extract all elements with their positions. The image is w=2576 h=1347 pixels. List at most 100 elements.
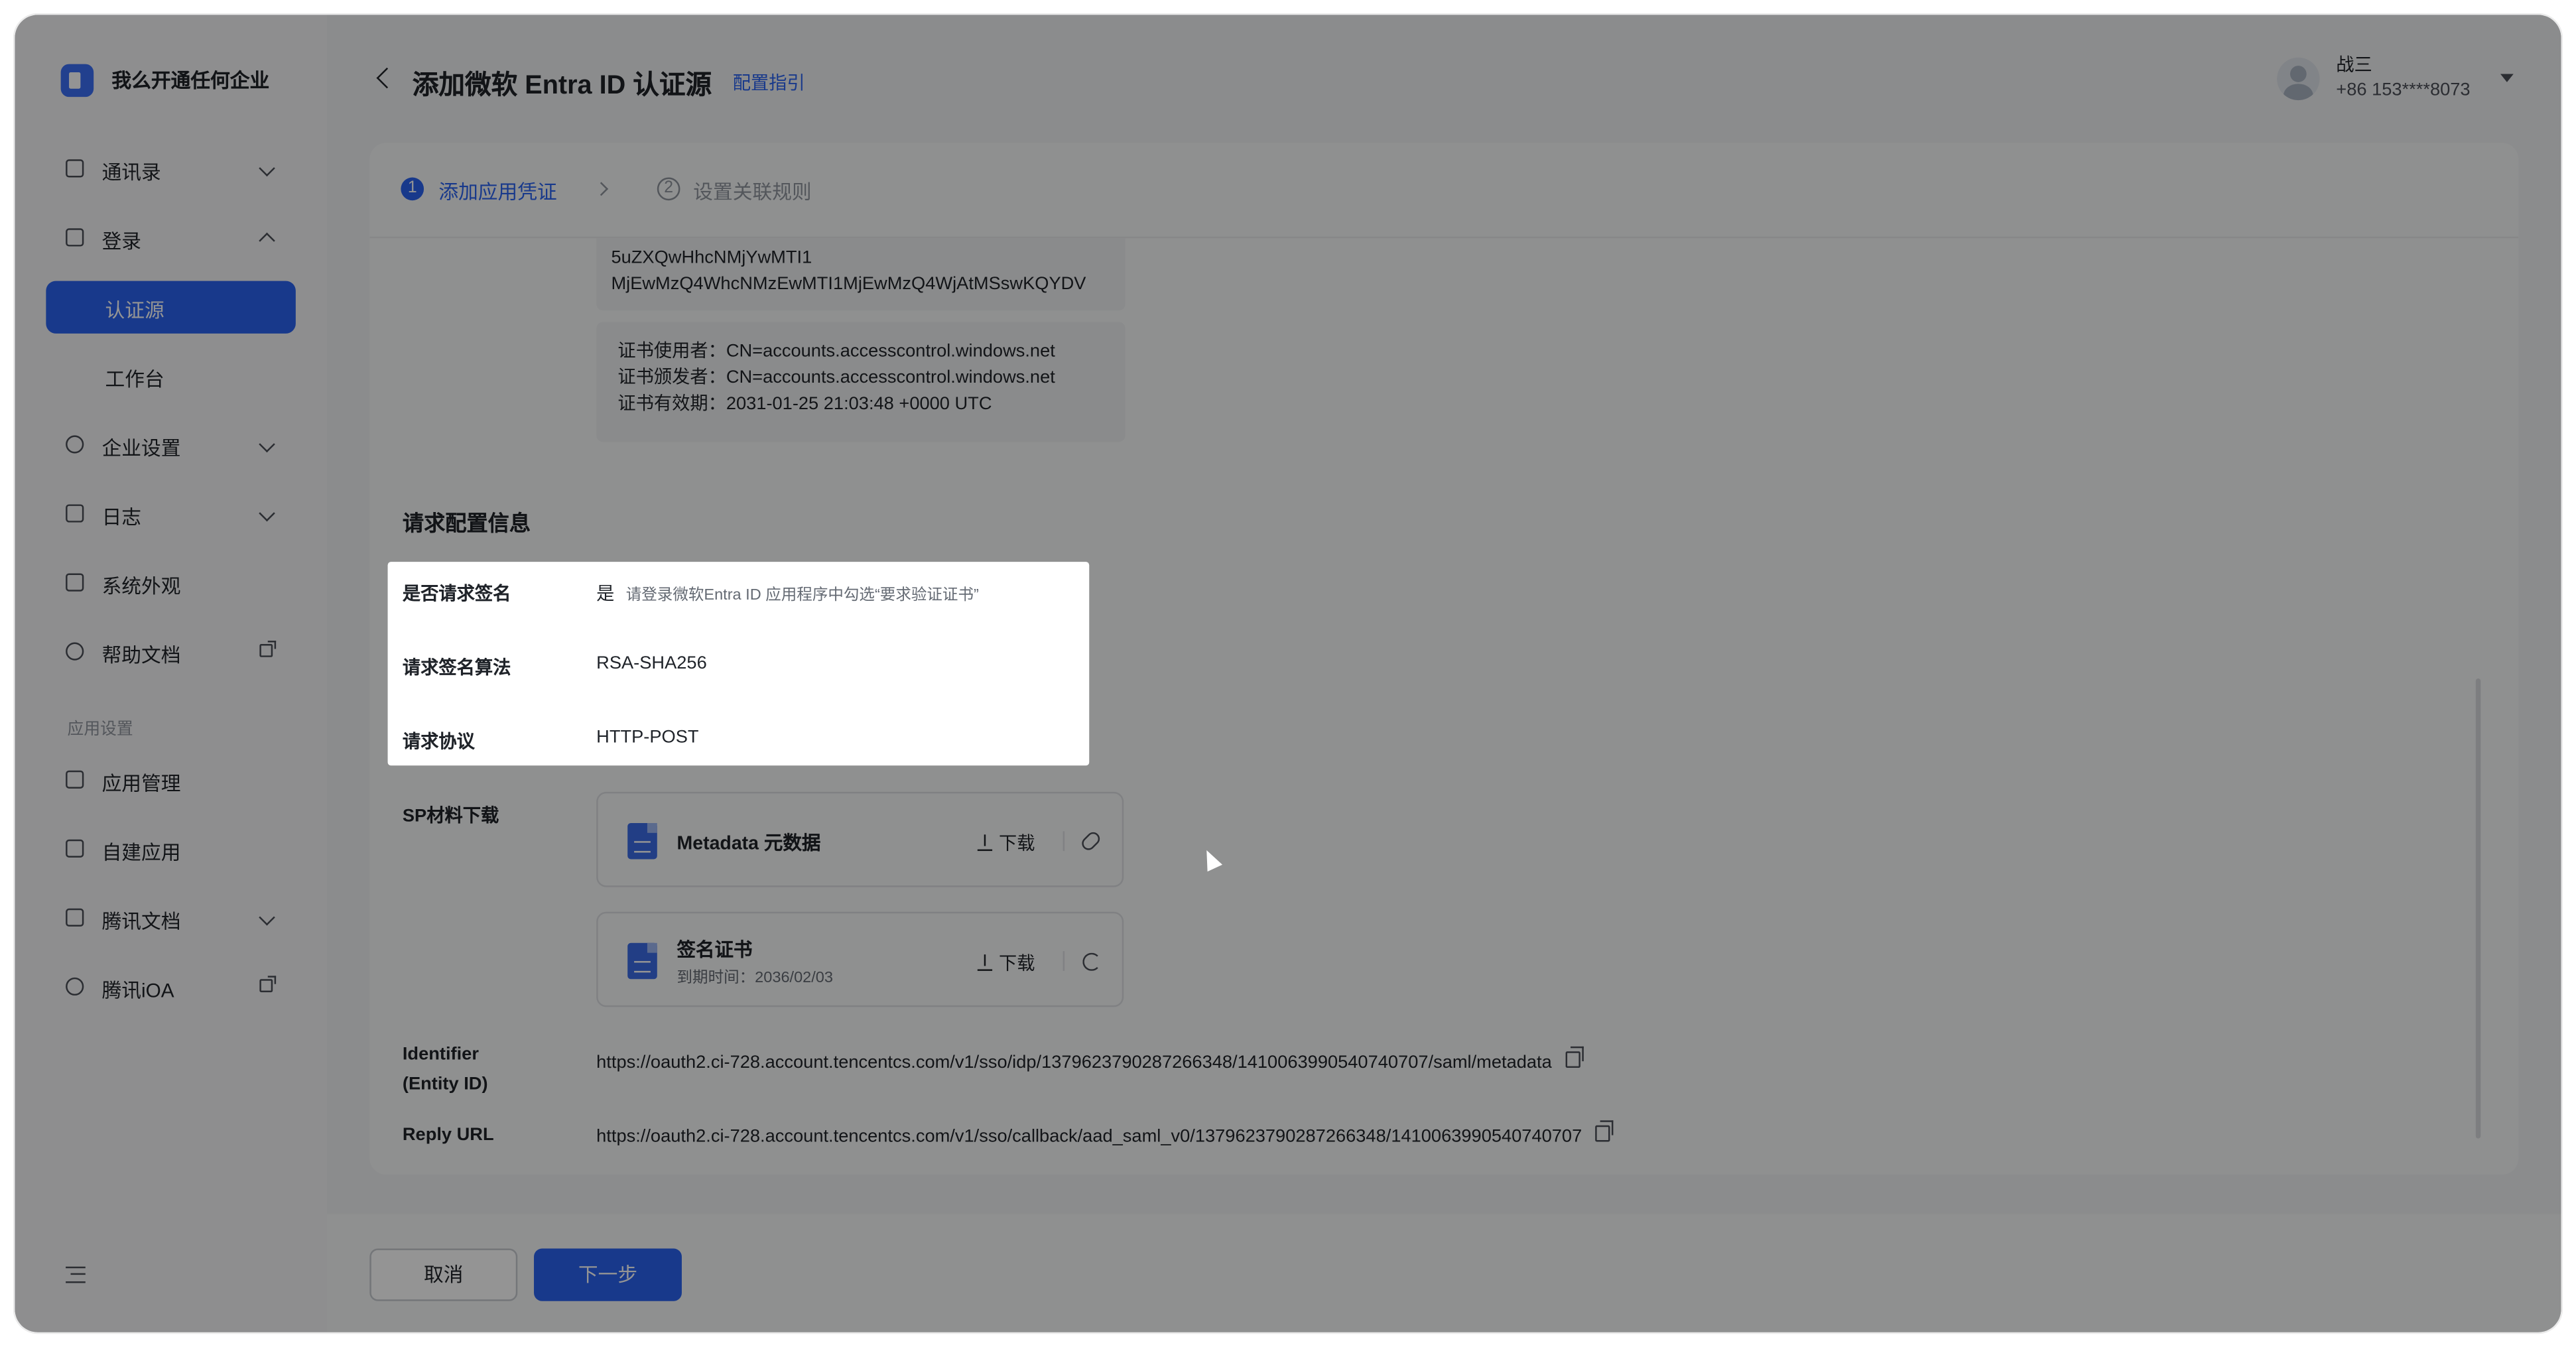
workspace-logo-icon [60,64,94,97]
file-name: Metadata 元数据 [676,834,821,855]
request-config-title: 请求配置信息 [402,511,531,536]
signature-algorithm-label: 请求签名算法 [402,659,511,679]
sidebar-subitem-workbench[interactable]: 工作台 [46,350,296,403]
chevron-right-icon [594,182,609,196]
request-signature-label: 是否请求签名 [402,584,511,605]
chevron-down-icon [259,505,275,522]
download-icon [977,954,993,971]
sidebar-item-login[interactable]: 登录 [46,212,296,265]
certificate-info: 证书使用者：CN=accounts.accesscontrol.windows.… [596,322,1126,442]
request-protocol-label: 请求协议 [402,732,475,753]
cancel-button[interactable]: 取消 [369,1248,518,1301]
caret-down-icon[interactable] [2500,74,2514,82]
contacts-icon [66,159,84,178]
sidebar-item-enterprise-settings[interactable]: 企业设置 [46,419,296,472]
external-link-icon [259,641,277,657]
copy-icon[interactable] [1565,1046,1583,1068]
sidebar-item-tencent-ioa[interactable]: 腾讯iOA [46,961,296,1013]
step-2-label[interactable]: 设置关联规则 [693,178,811,206]
step-1-number: 1 [401,177,424,201]
identifier-url-row: https://oauth2.ci-728.account.tencentcs.… [596,1046,1583,1073]
sidebar-item-label: 工作台 [105,367,164,391]
document-icon [627,942,657,980]
reply-url-label: Reply URL [402,1125,494,1145]
document-icon [627,822,657,860]
refresh-icon[interactable] [1082,952,1101,971]
copy-icon[interactable] [1595,1120,1614,1142]
request-protocol-value: HTTP-POST [596,728,699,748]
next-step-button[interactable]: 下一步 [534,1248,682,1301]
config-guide-link[interactable]: 配置指引 [733,69,805,96]
sidebar-item-app-management[interactable]: 应用管理 [46,754,296,806]
identifier-value: https://oauth2.ci-728.account.tencentcs.… [596,1053,1552,1073]
chevron-down-icon [259,160,275,177]
back-arrow-icon[interactable] [376,67,398,89]
certificate-issuer: 证书颁发者：CN=accounts.accesscontrol.windows.… [617,367,1055,388]
file-name: 签名证书 [676,941,753,962]
divider [1063,831,1065,852]
chevron-down-icon [259,909,275,926]
tencent-docs-icon [66,908,84,927]
identifier-label-sub: (Entity ID) [402,1074,488,1094]
form-card: 1 添加应用凭证 2 设置关联规则 5uZXQwHhcNMjYwMTI1 MjE… [369,143,2519,1175]
signing-cert-file-card: 签名证书 到期时间：2036/02/03 下载 [596,911,1124,1007]
sidebar-item-label: 应用管理 [101,772,181,795]
sidebar-section-label: 应用设置 [67,721,133,739]
log-icon [66,504,84,523]
app-window: 我么开通任何企业 通讯录 登录 认证源 工作台 企业设置 日志 系统外观 帮助文… [15,15,2561,1332]
download-label: 下载 [999,954,1035,974]
custom-app-icon [66,839,84,858]
step-2-number: 2 [657,177,680,201]
sidebar-item-label: 系统外观 [101,574,181,598]
certificate-validity: 证书有效期：2031-01-25 21:03:48 +0000 UTC [617,394,992,415]
sidebar-item-log[interactable]: 日志 [46,488,296,541]
reply-url-value: https://oauth2.ci-728.account.tencentcs.… [596,1127,1582,1147]
sidebar-item-custom-app[interactable]: 自建应用 [46,823,296,875]
metadata-file-card: Metadata 元数据 下载 [596,791,1124,887]
sidebar-item-label: 登录 [101,229,142,253]
certificate-subject: 证书使用者：CN=accounts.accesscontrol.windows.… [617,342,1055,361]
sidebar-item-label: 企业设置 [101,436,181,460]
divider [1063,951,1065,971]
sidebar-item-contacts[interactable]: 通讯录 [46,143,296,195]
certificate-line: 5uZXQwHhcNMjYwMTI1 [611,248,812,268]
user-phone: +86 153****8073 [2336,80,2471,101]
help-icon [66,642,84,661]
step-1-label[interactable]: 添加应用凭证 [438,178,556,206]
download-cert-button[interactable]: 下载 [977,950,1035,976]
download-icon [977,834,993,852]
avatar[interactable] [2277,57,2320,101]
sidebar: 我么开通任何企业 通讯录 登录 认证源 工作台 企业设置 日志 系统外观 帮助文… [15,15,327,1332]
settings-icon [66,435,84,454]
login-icon [66,228,84,247]
sidebar-item-label: 日志 [101,505,142,529]
sidebar-item-help-docs[interactable]: 帮助文档 [46,626,296,678]
sidebar-item-label: 认证源 [105,298,164,322]
reply-url-row: https://oauth2.ci-728.account.tencentcs.… [596,1120,1614,1147]
request-signature-hint: 请登录微软Entra ID 应用程序中勾选“要求验证证书” [625,586,979,605]
scrollbar[interactable] [2475,678,2481,1139]
external-link-icon [259,976,277,993]
collapse-sidebar-icon[interactable] [66,1266,86,1283]
link-icon[interactable] [1079,829,1103,853]
workspace-name: 我么开通任何企业 [111,69,270,92]
sidebar-item-label: 通讯录 [101,160,161,184]
download-metadata-button[interactable]: 下载 [977,830,1035,856]
sidebar-item-tencent-docs[interactable]: 腾讯文档 [46,892,296,944]
chevron-down-icon [259,436,275,453]
chevron-up-icon [259,232,275,249]
sidebar-item-label: 帮助文档 [101,643,181,667]
page-title: 添加微软 Entra ID 认证源 [412,72,712,101]
sidebar-item-appearance[interactable]: 系统外观 [46,557,296,609]
sidebar-item-label: 腾讯文档 [101,910,181,933]
highlighted-request-config: 是否请求签名 是 请登录微软Entra ID 应用程序中勾选“要求验证证书” 请… [387,562,1090,766]
download-label: 下载 [999,834,1035,855]
signature-algorithm-value: RSA-SHA256 [596,653,707,674]
cert-expiry: 到期时间：2036/02/03 [676,969,833,988]
tencent-ioa-icon [66,977,84,996]
top-bar: 添加微软 Entra ID 认证源 配置指引 战三 +86 153****807… [327,15,2561,146]
sidebar-subitem-auth-source[interactable]: 认证源 [46,281,296,334]
app-manage-icon [66,770,84,789]
sidebar-item-label: 腾讯iOA [101,979,174,1002]
footer-bar: 取消 下一步 [326,1214,2561,1332]
